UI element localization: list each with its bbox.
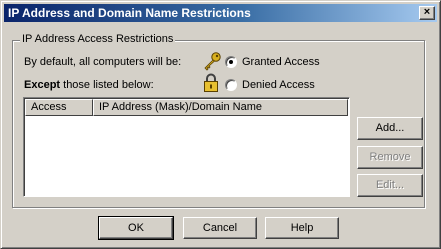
ok-button[interactable]: OK	[98, 216, 174, 240]
column-header-access[interactable]: Access	[25, 99, 93, 116]
help-button[interactable]: Help	[265, 217, 339, 239]
granted-access-label[interactable]: Granted Access	[242, 55, 320, 69]
close-button[interactable]: ×	[419, 6, 435, 20]
radio-selected-dot	[229, 60, 233, 64]
key-icon	[204, 52, 221, 71]
edit-button[interactable]: Edit...	[357, 174, 423, 197]
column-header-address[interactable]: IP Address (Mask)/Domain Name	[93, 99, 348, 116]
denied-access-radio[interactable]	[225, 79, 237, 91]
denied-access-label[interactable]: Denied Access	[242, 78, 315, 92]
cancel-button[interactable]: Cancel	[183, 217, 257, 239]
groupbox-legend: IP Address Access Restrictions	[20, 32, 176, 46]
window-title: IP Address and Domain Name Restrictions	[8, 6, 251, 20]
except-label: Except those listed below:	[24, 78, 154, 92]
remove-button[interactable]: Remove	[357, 146, 423, 169]
except-rest-text: those listed below:	[60, 79, 154, 91]
except-bold-text: Except	[24, 79, 61, 91]
padlock-icon	[204, 73, 218, 92]
default-access-label: By default, all computers will be:	[24, 56, 182, 68]
granted-access-radio[interactable]	[225, 56, 237, 68]
add-button[interactable]: Add...	[357, 117, 423, 140]
restrictions-list[interactable]: Access IP Address (Mask)/Domain Name	[23, 97, 350, 197]
title-bar[interactable]: IP Address and Domain Name Restrictions …	[4, 4, 437, 22]
close-icon: ×	[423, 6, 431, 18]
